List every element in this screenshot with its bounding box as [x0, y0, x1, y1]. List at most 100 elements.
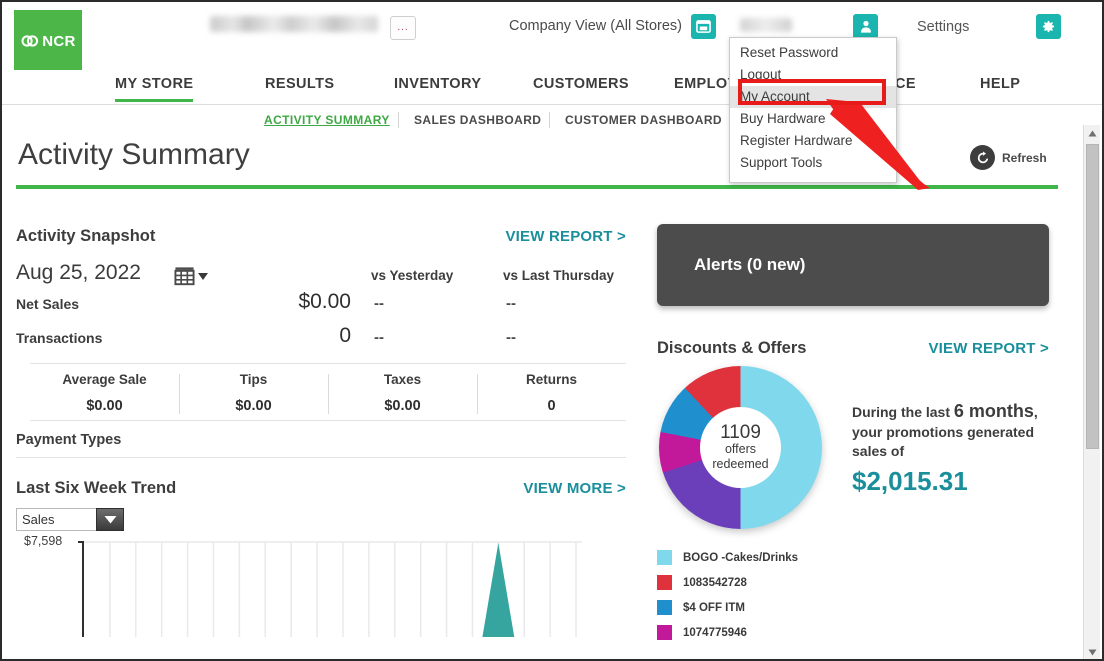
row-vs-yesterday-transactions: --: [374, 329, 384, 346]
trend-metric-select[interactable]: Sales: [16, 508, 124, 531]
promotions-description: During the last 6 months, your promotion…: [852, 399, 1062, 461]
legend-item[interactable]: $4 OFF ITM: [657, 595, 1049, 620]
row-value-transactions: 0: [339, 324, 351, 347]
subnav-divider: [398, 112, 399, 128]
nav-item-my-store[interactable]: MY STORE: [115, 76, 194, 102]
legend-item[interactable]: 1083542728: [657, 570, 1049, 595]
activity-snapshot-header: Activity Snapshot VIEW REPORT >: [16, 227, 626, 252]
chevron-down-icon[interactable]: [96, 508, 124, 531]
promotions-amount: $2,015.31: [852, 466, 968, 496]
trend-plot-area: [78, 541, 582, 637]
ncr-logo-icon: [21, 35, 39, 47]
gear-glyph-icon: [1042, 20, 1055, 33]
alerts-panel[interactable]: Alerts (0 new): [657, 224, 1049, 306]
menu-item-buy-hardware[interactable]: Buy Hardware: [730, 108, 896, 130]
nav-item-customers[interactable]: CUSTOMERS: [533, 76, 629, 99]
scroll-up-arrow-icon[interactable]: [1084, 125, 1101, 142]
trend-header: Last Six Week Trend VIEW MORE >: [16, 479, 626, 498]
subnav-item-sales-dashboard[interactable]: SALES DASHBOARD: [414, 113, 541, 127]
scroll-down-glyph-icon: [1088, 649, 1097, 656]
company-view-label: Company View (All Stores): [509, 18, 682, 34]
top-header: NCR ... Company View (All Stores) Settin…: [2, 2, 1102, 72]
ncr-logo[interactable]: NCR: [14, 10, 82, 72]
calendar-glyph-icon: [174, 267, 195, 286]
nav-item-results[interactable]: RESULTS: [265, 76, 334, 99]
store-more-button[interactable]: ...: [390, 16, 416, 40]
chevron-down-icon: [198, 273, 208, 280]
subnav-item-activity-summary[interactable]: ACTIVITY SUMMARY: [264, 113, 390, 127]
menu-item-logout[interactable]: Logout: [730, 64, 896, 86]
discounts-offers-title: Discounts & Offers: [657, 339, 807, 357]
right-panel: Alerts (0 new) Discounts & Offers VIEW R…: [657, 224, 1057, 645]
vertical-scrollbar[interactable]: [1083, 125, 1101, 659]
row-vs-last-transactions: --: [506, 329, 516, 346]
legend-swatch-icon: [657, 575, 672, 590]
person-icon[interactable]: [853, 14, 878, 39]
nav-item-help[interactable]: HELP: [980, 76, 1020, 99]
alerts-label: Alerts (0 new): [694, 255, 806, 274]
user-name-redacted: [740, 18, 792, 32]
ncr-logo-text: NCR: [42, 32, 76, 50]
stat-taxes: Taxes $0.00: [328, 372, 477, 420]
trend-title: Last Six Week Trend: [16, 479, 177, 497]
legend-label: $4 OFF ITM: [683, 601, 745, 614]
trend-plot-svg: [84, 541, 582, 637]
legend-swatch-icon: [657, 625, 672, 640]
row-vs-yesterday-net-sales: --: [374, 295, 384, 312]
menu-item-register-hardware[interactable]: Register Hardware: [730, 130, 896, 152]
promo-highlight: 6 months: [953, 401, 1034, 421]
store-icon[interactable]: [691, 14, 716, 39]
legend-swatch-icon: [657, 600, 672, 615]
nav-item-ecommerce[interactable]: CE: [895, 76, 916, 99]
discounts-view-report-link[interactable]: VIEW REPORT >: [928, 340, 1049, 357]
store-glyph-icon: [696, 20, 711, 33]
activity-snapshot-grid: Aug 25, 2022 vs Yesterday vs Last Thursd…: [16, 261, 626, 359]
legend-item[interactable]: BOGO -Cakes/Drinks: [657, 545, 1049, 570]
donut-center-number: 1109: [720, 421, 761, 443]
scroll-down-arrow-icon[interactable]: [1084, 644, 1101, 659]
legend-label: 1074775946: [683, 626, 747, 639]
menu-item-my-account[interactable]: My Account: [730, 86, 896, 108]
menu-item-reset-password[interactable]: Reset Password: [730, 42, 896, 64]
refresh-button[interactable]: Refresh: [970, 145, 1047, 170]
store-name-redacted: [210, 16, 378, 32]
row-value-net-sales: $0.00: [298, 290, 351, 313]
payment-types-label: Payment Types: [16, 432, 122, 448]
legend-swatch-icon: [657, 550, 672, 565]
nav-item-inventory[interactable]: INVENTORY: [394, 76, 481, 99]
donut-center-line2: redeemed: [712, 457, 769, 472]
application-window: NCR ... Company View (All Stores) Settin…: [0, 0, 1104, 661]
calendar-icon[interactable]: [174, 266, 209, 286]
stat-value: $0.00: [384, 398, 421, 414]
trend-metric-value: Sales: [22, 512, 55, 527]
legend-label: BOGO -Cakes/Drinks: [683, 551, 799, 564]
menu-item-support-tools[interactable]: Support Tools: [730, 152, 896, 174]
refresh-glyph-icon: [977, 150, 988, 163]
subnav-item-customer-dashboard[interactable]: CUSTOMER DASHBOARD: [565, 113, 722, 127]
activity-snapshot-view-report-link[interactable]: VIEW REPORT >: [505, 228, 626, 245]
settings-label[interactable]: Settings: [917, 19, 969, 35]
snapshot-date: Aug 25, 2022: [16, 261, 141, 284]
scroll-up-glyph-icon: [1088, 130, 1097, 137]
trend-y-tick: [78, 541, 84, 543]
stat-value: 0: [547, 398, 556, 414]
last-six-week-trend-chart: $7,598: [16, 534, 626, 637]
gear-icon[interactable]: [1036, 14, 1061, 39]
page-title: Activity Summary: [18, 138, 250, 171]
stat-average-sale: Average Sale $0.00: [30, 372, 179, 420]
row-label-net-sales: Net Sales: [16, 296, 80, 312]
stat-value: $0.00: [235, 398, 272, 414]
scrollbar-thumb[interactable]: [1086, 144, 1099, 449]
legend-label: 1083542728: [683, 576, 747, 589]
stat-label: Returns: [525, 372, 577, 387]
trend-view-more-link[interactable]: VIEW MORE >: [523, 480, 626, 497]
stat-label: Taxes: [383, 372, 422, 387]
activity-snapshot-title: Activity Snapshot: [16, 227, 156, 245]
discounts-offers-header: Discounts & Offers VIEW REPORT >: [657, 339, 1049, 358]
column-vs-last-day: vs Last Thursday: [503, 268, 615, 283]
legend-item[interactable]: 1074775946: [657, 620, 1049, 645]
refresh-label: Refresh: [1002, 150, 1047, 165]
sub-navigation: ACTIVITY SUMMARY SALES DASHBOARD CUSTOME…: [2, 105, 1102, 137]
discounts-offers-chart: 1109 offers redeemed During the last 6 m…: [657, 366, 1057, 541]
stats-row: Average Sale $0.00 Tips $0.00 Taxes $0.0…: [30, 363, 626, 421]
